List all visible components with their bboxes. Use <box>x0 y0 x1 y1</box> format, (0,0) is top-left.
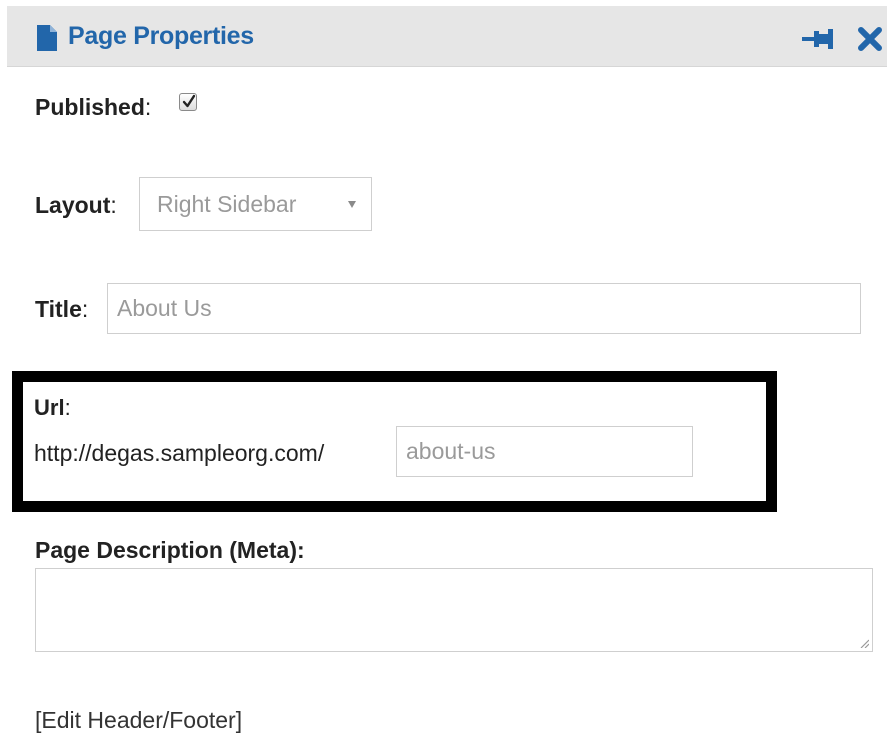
panel-title: Page Properties <box>68 22 254 50</box>
checkmark-icon <box>182 94 196 108</box>
title-input[interactable] <box>107 283 861 334</box>
layout-select-value: Right Sidebar <box>157 191 297 217</box>
layout-label: Layout: <box>35 192 117 219</box>
published-checkbox[interactable] <box>179 93 197 111</box>
published-label-text: Published <box>35 94 145 120</box>
layout-select[interactable]: Right Sidebar <box>139 177 372 231</box>
resize-grip-icon[interactable] <box>859 638 869 648</box>
title-label-colon: : <box>81 296 89 322</box>
close-icon[interactable] <box>857 26 883 52</box>
page-properties-panel: Page Properties Published: Layout: Right… <box>0 0 887 749</box>
title-label: Title: <box>35 296 88 323</box>
url-label-colon: : <box>64 395 71 420</box>
title-label-text: Title <box>35 296 82 322</box>
pin-icon[interactable] <box>802 27 834 51</box>
published-label: Published: <box>35 94 151 121</box>
panel-header: Page Properties <box>7 6 887 67</box>
layout-label-text: Layout <box>35 192 111 218</box>
url-slug-input[interactable] <box>396 426 693 477</box>
url-prefix: http://degas.sampleorg.com/ <box>34 440 325 466</box>
url-label-text: Url <box>34 395 65 420</box>
url-label: Url: <box>34 395 71 421</box>
document-icon <box>37 25 57 51</box>
dropdown-arrow-icon <box>348 201 356 208</box>
description-textarea[interactable] <box>35 568 873 652</box>
layout-label-colon: : <box>110 192 117 218</box>
published-label-colon: : <box>144 94 152 120</box>
description-label: Page Description (Meta): <box>35 537 305 563</box>
edit-header-footer-link[interactable]: [Edit Header/Footer] <box>35 707 242 734</box>
